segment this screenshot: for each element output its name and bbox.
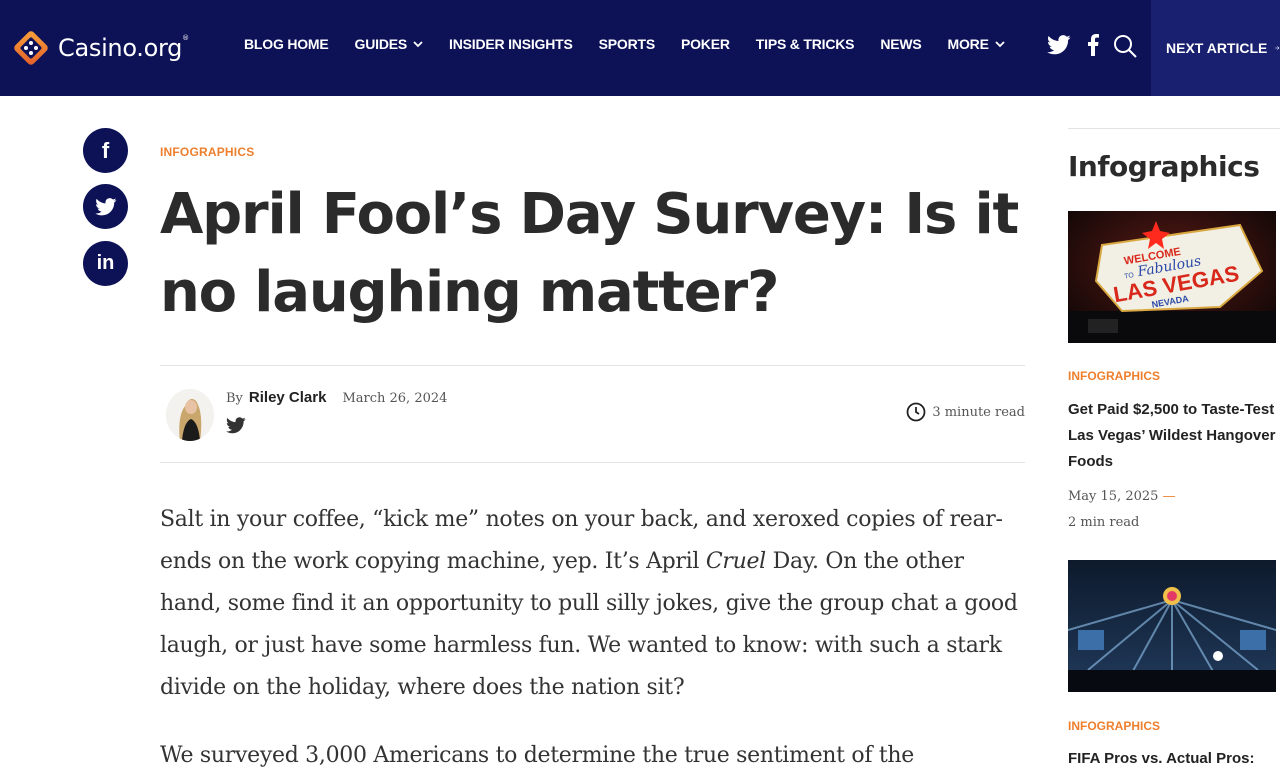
sidebar: Infographics WELCOME TO Fabulous LAS VEG… bbox=[1068, 0, 1280, 768]
card-title[interactable]: Get Paid $2,500 to Taste-Test Las Vegas’… bbox=[1068, 397, 1278, 475]
esports-stage-image[interactable] bbox=[1068, 560, 1276, 692]
card-title[interactable]: FIFA Pros vs. Actual Pros: bbox=[1068, 746, 1278, 768]
nav-guides[interactable]: GUIDES bbox=[355, 36, 423, 52]
byline: By Riley Clark March 26, 2024 bbox=[226, 389, 447, 406]
page-title: April Fool’s Day Survey: Is it no laughi… bbox=[160, 182, 1019, 325]
card-read-time: 2 min read bbox=[1068, 515, 1140, 530]
nav-blog-home[interactable]: BLOG HOME bbox=[244, 36, 329, 52]
facebook-icon: f bbox=[101, 137, 110, 163]
divider bbox=[1068, 128, 1280, 129]
share-facebook-button[interactable]: f bbox=[83, 128, 128, 173]
article-paragraph: Salt in your coffee, “kick me” notes on … bbox=[160, 507, 1018, 700]
nav-insider-insights[interactable]: INSIDER INSIGHTS bbox=[449, 36, 573, 52]
divider bbox=[160, 462, 1025, 463]
chevron-down-icon bbox=[995, 41, 1005, 48]
sidebar-heading: Infographics bbox=[1068, 150, 1260, 183]
article-paragraph: We surveyed 3,000 Americans to determine… bbox=[160, 743, 915, 768]
article-category[interactable]: INFOGRAPHICS bbox=[160, 145, 254, 159]
share-linkedin-button[interactable]: in bbox=[83, 241, 128, 286]
casino-diamond-icon bbox=[10, 27, 52, 69]
divider bbox=[160, 365, 1025, 366]
nav-tips-tricks[interactable]: TIPS & TRICKS bbox=[756, 36, 855, 52]
linkedin-icon: in bbox=[96, 252, 115, 274]
las-vegas-sign-image[interactable]: WELCOME TO Fabulous LAS VEGAS NEVADA bbox=[1068, 211, 1276, 343]
publish-date: March 26, 2024 bbox=[342, 391, 448, 406]
author-twitter-icon[interactable] bbox=[226, 417, 246, 435]
author-avatar[interactable] bbox=[166, 389, 214, 441]
card-date: May 15, 2025— bbox=[1068, 489, 1176, 504]
share-twitter-button[interactable] bbox=[83, 184, 128, 229]
chevron-down-icon bbox=[413, 41, 423, 48]
main-nav: BLOG HOME GUIDES INSIDER INSIGHTS SPORTS… bbox=[244, 36, 1031, 52]
author-name[interactable]: Riley Clark bbox=[249, 389, 327, 406]
card-category[interactable]: INFOGRAPHICS bbox=[1068, 369, 1160, 383]
logo-text: Casino.org® bbox=[58, 34, 189, 62]
byline-prefix: By bbox=[226, 391, 243, 406]
nav-sports[interactable]: SPORTS bbox=[599, 36, 656, 52]
read-time: 3 minute read bbox=[906, 402, 1025, 422]
nav-poker[interactable]: POKER bbox=[681, 36, 730, 52]
clock-icon bbox=[906, 402, 926, 422]
site-logo[interactable]: Casino.org® bbox=[10, 26, 189, 70]
nav-news[interactable]: NEWS bbox=[880, 36, 921, 52]
card-category[interactable]: INFOGRAPHICS bbox=[1068, 719, 1160, 733]
twitter-icon bbox=[94, 197, 116, 215]
nav-more[interactable]: MORE bbox=[948, 36, 1005, 52]
